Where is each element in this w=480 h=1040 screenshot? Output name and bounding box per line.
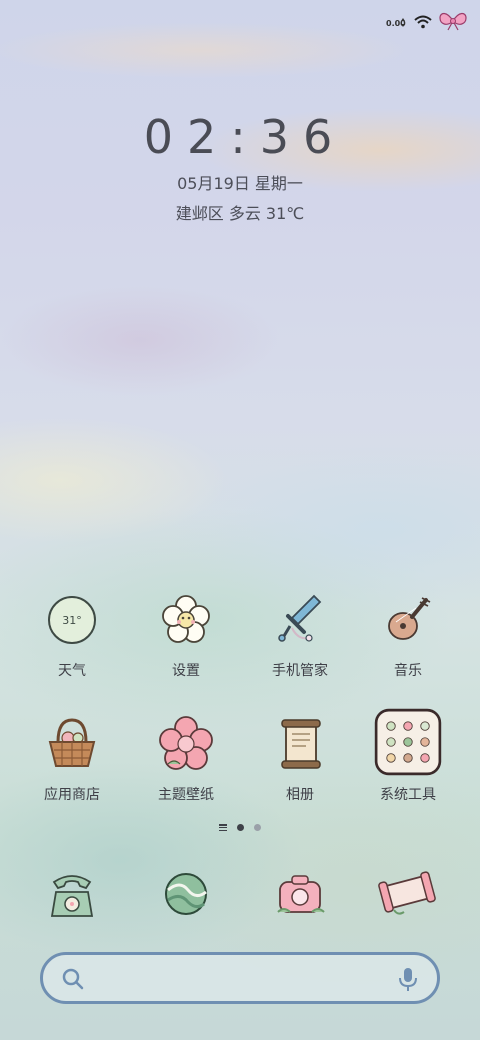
- dock-camera[interactable]: [240, 862, 360, 926]
- basket-store-icon: [48, 718, 96, 767]
- flower-settings-icon: [162, 595, 210, 643]
- app-phone-manager[interactable]: 手机管家: [240, 588, 360, 680]
- app-music[interactable]: 音乐: [348, 588, 468, 680]
- app-label-music: 音乐: [394, 663, 422, 679]
- clock-date: 05月19日 星期一: [177, 174, 303, 193]
- search-icon: [62, 968, 84, 990]
- page-dot-active: [237, 824, 244, 831]
- app-weather[interactable]: 31° 天气: [12, 588, 132, 680]
- app-label-system-tools: 系统工具: [380, 787, 436, 803]
- page-menu-icon: [219, 824, 227, 831]
- search-bar[interactable]: [40, 952, 440, 1004]
- scroll-album-icon: [281, 719, 321, 769]
- phone-icon: [50, 875, 94, 917]
- status-bar: 0.00: [0, 0, 480, 42]
- weather-icon: 31°: [48, 596, 96, 644]
- app-album[interactable]: 相册: [240, 712, 360, 804]
- wifi-icon: [414, 14, 432, 33]
- app-settings[interactable]: 设置: [126, 588, 246, 680]
- page-indicator[interactable]: [0, 824, 480, 831]
- sword-manager-icon: [278, 594, 322, 642]
- app-label-theme: 主题壁纸: [158, 787, 214, 803]
- green-orb-icon: [165, 873, 207, 915]
- scroll-messages-icon: [378, 871, 436, 915]
- camera-icon: [277, 875, 325, 913]
- app-label-store: 应用商店: [44, 787, 100, 803]
- app-label-album: 相册: [286, 787, 314, 803]
- pink-flower-theme-icon: [159, 716, 213, 770]
- app-label-settings: 设置: [172, 663, 200, 679]
- folder-tools-icon: [374, 708, 442, 776]
- dock-messages[interactable]: [348, 862, 468, 926]
- dock-phone[interactable]: [12, 862, 132, 926]
- weather-badge: 31°: [62, 614, 82, 627]
- clock-widget[interactable]: 02:36 05月19日 星期一 建邺区 多云 31℃: [0, 110, 480, 224]
- bow-battery-icon: [438, 10, 468, 36]
- dock-browser[interactable]: [126, 862, 246, 926]
- clock-time: 02:36: [143, 110, 347, 164]
- app-store[interactable]: 应用商店: [12, 712, 132, 804]
- app-label-phone-manager: 手机管家: [272, 663, 328, 679]
- app-theme[interactable]: 主题壁纸: [126, 712, 246, 804]
- app-label-weather: 天气: [58, 663, 86, 679]
- data-speed-icon: 0.00: [386, 16, 408, 31]
- pipa-music-icon: [388, 597, 431, 640]
- mic-icon[interactable]: [397, 966, 419, 992]
- clock-weather: 建邺区 多云 31℃: [175, 204, 305, 223]
- page-dot: [254, 824, 261, 831]
- app-system-tools[interactable]: 系统工具: [348, 708, 468, 804]
- status-icons: 0.00: [386, 10, 468, 36]
